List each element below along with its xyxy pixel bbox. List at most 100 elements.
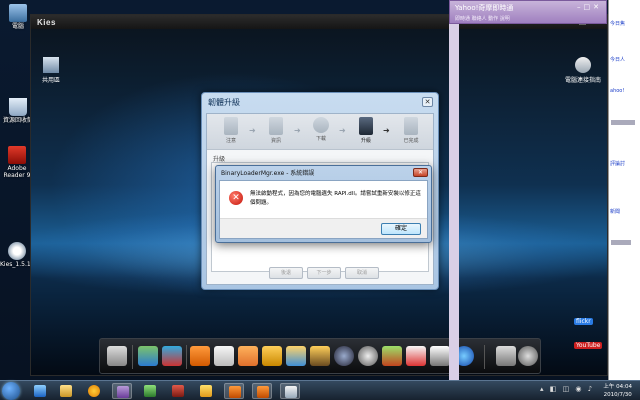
web-link[interactable]: ahoo!	[610, 88, 624, 94]
error-dialog-body: ✕ 無法啟動程式，因為您的電腦遺失 RAPI.dll。請嘗試重新安裝以修正這個問…	[219, 180, 428, 239]
calendar-icon[interactable]	[214, 346, 234, 366]
system-error-dialog: BinaryLoaderMgr.exe - 系統錯誤 ✕ ✕ 無法啟動程式，因為…	[215, 165, 432, 243]
download-disc-step-icon	[313, 117, 329, 133]
error-dialog-close-button[interactable]: ✕	[413, 168, 428, 177]
messenger-side-panel	[449, 24, 459, 380]
next-button[interactable]: 下一步	[307, 267, 341, 279]
desktop: 電腦 資源回收筒 Adobe Reader 9 Kies_1.5.1.... K…	[0, 0, 640, 380]
compass-icon[interactable]	[162, 346, 182, 366]
edit-icon[interactable]	[107, 346, 127, 366]
phone-icon[interactable]	[190, 346, 210, 366]
apps-icon[interactable]	[138, 346, 158, 366]
web-link[interactable]: 今日人	[610, 56, 625, 63]
firmware-dialog-title: 韌體升級	[208, 97, 240, 107]
firmware-dialog-close-button[interactable]: ✕	[422, 97, 433, 107]
taskbar-explorer[interactable]	[56, 383, 76, 399]
taskbar-yahoo[interactable]	[112, 383, 132, 399]
film-reel-icon[interactable]	[358, 346, 378, 366]
smiley-icon	[88, 385, 100, 397]
error-dialog-title: BinaryLoaderMgr.exe - 系統錯誤	[221, 170, 315, 177]
window-icon	[285, 386, 297, 398]
error-message: 無法啟動程式，因為您的電腦遺失 RAPI.dll。請嘗試重新安裝以修正這個問題。	[250, 191, 421, 206]
shared-area-label: 共用區	[41, 77, 60, 84]
dock-divider	[186, 345, 187, 369]
podcast-icon[interactable]	[382, 346, 402, 366]
media-icon	[172, 385, 184, 397]
shared-folder-icon	[43, 57, 59, 73]
taskbar-kies-2[interactable]	[252, 383, 272, 399]
home-icon[interactable]	[406, 346, 426, 366]
step-label: 已完成	[403, 138, 419, 144]
ok-button[interactable]: 確定	[381, 223, 421, 235]
notes-icon[interactable]	[238, 346, 258, 366]
taskbar-media[interactable]	[168, 383, 188, 399]
taskbar-ie[interactable]	[30, 383, 50, 399]
installer-disc-icon	[8, 242, 26, 260]
network-icon	[144, 385, 156, 397]
flickr-badge[interactable]: flickr	[574, 318, 593, 325]
step-label: 資訊	[270, 138, 281, 144]
clock-time: 上午 04:04	[603, 384, 632, 390]
step-complete: 已完成	[397, 117, 425, 144]
phone-step-icon	[359, 117, 373, 135]
shared-area-item[interactable]: 共用區	[31, 57, 71, 84]
arrow-right-icon: ➜	[249, 126, 256, 135]
kies-title: Kies	[37, 17, 56, 27]
taskbar-kies-1[interactable]	[224, 383, 244, 399]
error-icon: ✕	[229, 191, 243, 205]
youtube-badge[interactable]: YouTube	[574, 342, 603, 349]
music-icon[interactable]	[334, 346, 354, 366]
arrow-right-icon: ➜	[294, 126, 301, 135]
messenger-window[interactable]: Yahoo!奇摩即時通 即時通 聯絡人 動作 說明 –□✕	[449, 0, 607, 24]
web-link[interactable]: 今日焦	[610, 20, 625, 27]
arrow-right-icon: ➜	[383, 126, 390, 135]
taskbar-msn[interactable]	[196, 383, 216, 399]
internet-explorer-icon	[34, 385, 46, 397]
messenger-menu[interactable]: 即時通 聯絡人 動作 說明	[450, 13, 606, 22]
chat-icon	[200, 385, 212, 397]
taskbar-error-window[interactable]	[280, 383, 300, 399]
gear-icon[interactable]	[518, 346, 538, 366]
back-button[interactable]: 後退	[269, 267, 303, 279]
photo-icon[interactable]	[286, 346, 306, 366]
step-info: 資訊	[262, 117, 290, 144]
adobe-reader-desktop-icon[interactable]: Adobe Reader 9	[0, 146, 34, 180]
folder-icon	[60, 385, 72, 397]
step-label: 下載	[315, 136, 326, 142]
complete-step-icon	[404, 117, 418, 135]
arrow-right-icon: ➜	[339, 126, 346, 135]
info-step-icon	[269, 117, 283, 135]
dock-divider	[484, 345, 485, 369]
page-text-block	[611, 120, 635, 125]
step-label: 注意	[225, 138, 236, 144]
step-upgrade: 升級	[352, 117, 380, 144]
step-label: 升級	[360, 138, 371, 144]
browser-page-edge: 今日焦 今日人 ahoo! 評論討 新聞	[608, 0, 640, 380]
clock-date: 2010/7/30	[603, 392, 632, 398]
start-button[interactable]	[2, 382, 20, 400]
cancel-button[interactable]: 取消	[345, 267, 379, 279]
step-indicator: 注意 ➜ 資訊 ➜ 下載 ➜ 升級 ➜ 已完成	[207, 114, 433, 150]
notice-step-icon	[224, 117, 238, 135]
taskbar-network[interactable]	[140, 383, 160, 399]
connection-guide-item[interactable]: 電腦連接指南	[563, 57, 603, 84]
phone-transfer-icon[interactable]	[496, 346, 516, 366]
taskbar-app[interactable]	[84, 383, 104, 399]
video-icon[interactable]	[310, 346, 330, 366]
step-download: 下載	[307, 117, 335, 142]
kies-installer-desktop-icon[interactable]: Kies_1.5.1....	[0, 242, 38, 269]
error-dialog-footer: 確定	[220, 218, 427, 238]
taskbar: ▴ ◧ ◫ ◉ ♪ 上午 04:04 2010/7/30	[0, 380, 640, 400]
messenger-window-controls[interactable]: –□✕	[577, 3, 602, 11]
dock-divider	[132, 345, 133, 369]
recycle-bin-icon	[9, 98, 27, 116]
memo-icon[interactable]	[262, 346, 282, 366]
clock[interactable]: 上午 04:04 2010/7/30	[603, 383, 632, 399]
web-link[interactable]: 評論討	[610, 160, 625, 167]
web-link[interactable]: 新聞	[610, 208, 620, 215]
media-player-icon[interactable]	[430, 346, 450, 366]
step-notice: 注意	[217, 117, 245, 144]
adobe-reader-icon	[8, 146, 26, 164]
system-tray[interactable]: ▴ ◧ ◫ ◉ ♪	[540, 385, 594, 393]
kies-icon	[257, 386, 269, 398]
